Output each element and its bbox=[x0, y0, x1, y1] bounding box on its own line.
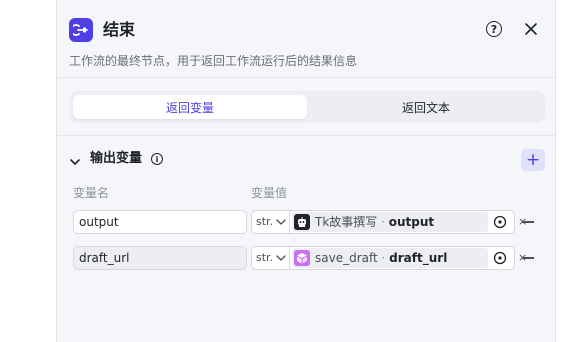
end-node-icon bbox=[69, 18, 93, 42]
chevron-down-icon bbox=[276, 219, 286, 225]
close-icon[interactable] bbox=[522, 20, 540, 38]
column-header-name: 变量名 bbox=[73, 186, 110, 200]
variable-name-input[interactable]: output bbox=[73, 210, 247, 234]
variable-name-input[interactable]: draft_url bbox=[73, 246, 247, 270]
mode-tabs: 返回变量 返回文本 bbox=[69, 91, 545, 123]
background-left bbox=[0, 0, 56, 342]
reference-variable-name: output bbox=[388, 215, 435, 229]
reference-separator: · bbox=[377, 215, 389, 229]
add-variable-button[interactable]: + bbox=[521, 149, 545, 171]
tab-return-text[interactable]: 返回文本 bbox=[311, 95, 541, 119]
help-icon[interactable]: ? bbox=[486, 21, 502, 37]
end-node-panel: 结束 ? 工作流的最终节点，用于返回工作流运行后的结果信息 返回变量 返回文本 … bbox=[56, 0, 556, 342]
reference-node-name: save_draft bbox=[315, 251, 378, 265]
chevron-down-icon bbox=[276, 255, 286, 261]
reference-variable-name: draft_url bbox=[389, 251, 448, 265]
reference-separator: · bbox=[377, 251, 390, 265]
remove-row-button[interactable] bbox=[522, 257, 534, 259]
type-label: str. bbox=[256, 251, 274, 264]
cube-icon bbox=[294, 250, 310, 266]
target-icon[interactable] bbox=[493, 251, 507, 265]
robot-icon bbox=[294, 214, 310, 230]
target-icon[interactable] bbox=[493, 215, 507, 229]
reference-node-name: Tk故事撰写 bbox=[315, 215, 378, 229]
reference-chip[interactable]: save_draft · draft_url × bbox=[292, 248, 527, 268]
info-icon[interactable]: i bbox=[151, 153, 163, 165]
reference-chip[interactable]: Tk故事撰写 · output × bbox=[292, 212, 527, 232]
page-title: 结束 bbox=[103, 20, 136, 39]
variable-value-field: str. save_draft · draft_url × bbox=[251, 246, 527, 270]
type-select[interactable]: str. bbox=[252, 211, 290, 233]
divider bbox=[57, 77, 555, 78]
type-select[interactable]: str. bbox=[252, 247, 290, 269]
chevron-down-icon[interactable] bbox=[69, 153, 81, 165]
background-right bbox=[556, 0, 564, 342]
section-title: 输出变量 bbox=[90, 151, 143, 166]
divider bbox=[57, 135, 555, 136]
remove-row-button[interactable] bbox=[522, 221, 534, 223]
column-header-value: 变量值 bbox=[251, 186, 288, 200]
node-description: 工作流的最终节点，用于返回工作流运行后的结果信息 bbox=[69, 54, 358, 68]
variable-value-field: str. Tk故事撰写 · output × bbox=[251, 210, 527, 234]
tab-return-variables[interactable]: 返回变量 bbox=[73, 95, 307, 119]
type-label: str. bbox=[256, 215, 274, 228]
